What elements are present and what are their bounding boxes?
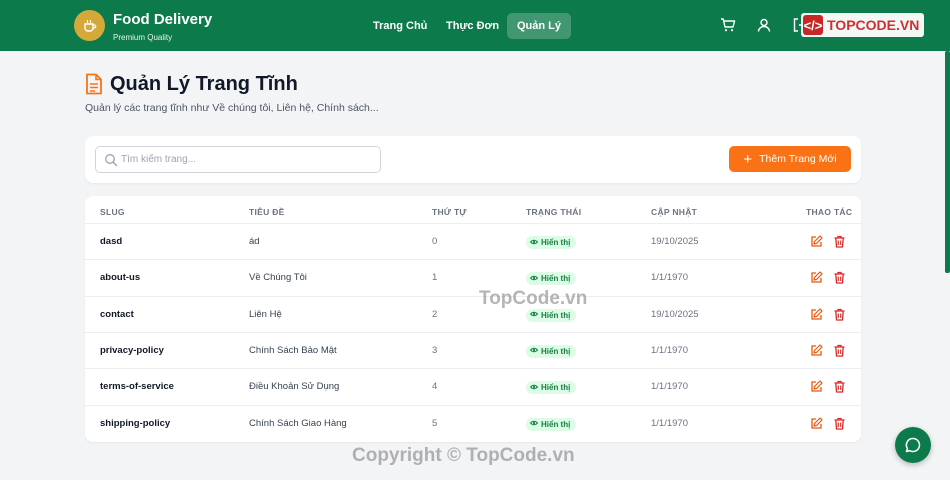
column-header-slug: SLUG [100, 207, 125, 217]
page-scrollbar[interactable] [945, 51, 950, 273]
status-badge: Hiển thị [526, 236, 577, 249]
delete-icon[interactable] [833, 344, 846, 357]
row-order: 0 [432, 236, 438, 247]
row-title: Liên Hệ [249, 308, 282, 320]
row-title: Chính Sách Giao Hàng [249, 417, 347, 429]
delete-icon[interactable] [833, 271, 846, 284]
row-title: Điều Khoản Sử Dụng [249, 381, 340, 393]
code-icon: </> [803, 15, 823, 35]
chat-button[interactable] [895, 427, 931, 463]
edit-icon[interactable] [810, 380, 823, 393]
edit-icon[interactable] [810, 307, 823, 321]
row-title: Chính Sách Bảo Mật [249, 344, 337, 356]
row-updated: 19/10/2025 [651, 308, 699, 320]
eye-icon [529, 346, 539, 356]
nav-management[interactable]: Quản Lý [507, 13, 572, 39]
status-badge: Hiển thị [526, 381, 577, 395]
status-badge: Hiển thị [526, 272, 577, 286]
row-slug: dasd [100, 236, 123, 247]
page-title: Quản Lý Trang Tĩnh [110, 73, 298, 95]
table-row: privacy-policy Chính Sách Bảo Mật 3 Hiển th… [85, 331, 861, 368]
row-order: 5 [432, 417, 438, 429]
brand-title[interactable]: Food Delivery [113, 11, 212, 28]
pages-table: SLUG TIÊU ĐỀ THỨ TỰ TRẠNG THÁI CẬP NHẬT … [85, 196, 861, 442]
coffee-cup-icon [83, 19, 96, 32]
row-slug: about-us [100, 272, 141, 284]
table-row: contact Liên Hệ 2 Hiển thị 19/10/2025 [85, 295, 861, 332]
eye-icon [529, 383, 539, 393]
table-row: about-us Về Chúng Tôi 1 Hiển thị 1/1/1970 [85, 259, 861, 295]
eye-icon [529, 238, 539, 248]
cart-icon[interactable] [720, 17, 736, 33]
row-updated: 19/10/2025 [651, 236, 699, 247]
row-order: 1 [432, 272, 438, 284]
eye-icon [529, 274, 539, 284]
add-page-button[interactable]: + Thêm Trang Mới [729, 146, 851, 172]
column-header-updated: CẬP NHẬT [651, 207, 698, 217]
row-updated: 1/1/1970 [651, 381, 688, 393]
row-order: 4 [432, 381, 438, 393]
brand-subtitle: Premium Quality [113, 33, 173, 42]
row-updated: 1/1/1970 [651, 272, 688, 284]
edit-icon[interactable] [810, 344, 823, 357]
search-box[interactable] [95, 146, 381, 173]
edit-icon[interactable] [810, 416, 823, 430]
column-header-status: TRẠNG THÁI [526, 207, 582, 217]
eye-icon [529, 419, 539, 429]
status-badge-label: Hiển thị [541, 238, 571, 247]
status-badge-label: Hiển thị [541, 310, 571, 320]
status-badge: Hiển thị [526, 308, 577, 322]
status-badge-label: Hiển thị [541, 346, 571, 356]
delete-icon[interactable] [833, 380, 846, 393]
search-icon [105, 154, 118, 167]
row-slug: contact [100, 308, 134, 320]
row-updated: 1/1/1970 [651, 417, 688, 429]
brand-logo[interactable] [74, 10, 105, 41]
page-subtitle: Quản lý các trang tĩnh như Về chúng tôi,… [85, 102, 379, 114]
row-title: ád [249, 236, 260, 247]
chat-icon [905, 437, 921, 453]
edit-icon[interactable] [810, 271, 823, 284]
delete-icon[interactable] [833, 308, 846, 321]
row-updated: 1/1/1970 [651, 344, 688, 356]
plus-icon: + [743, 150, 753, 168]
status-badge-label: Hiển thị [541, 419, 571, 429]
nav-menu[interactable]: Thực Đơn [436, 13, 509, 39]
watermark-text: TopCode.vn [479, 288, 588, 309]
search-input[interactable] [121, 147, 377, 172]
row-slug: privacy-policy [100, 344, 164, 356]
user-icon[interactable] [756, 17, 772, 33]
row-slug: shipping-policy [100, 417, 171, 429]
row-order: 3 [432, 344, 438, 356]
column-header-title: TIÊU ĐỀ [249, 207, 285, 217]
document-icon [86, 73, 102, 95]
column-header-order: THỨ TỰ [432, 207, 467, 217]
table-row: dasd ád 0 Hiển thị 19/10/2025 [85, 223, 861, 259]
column-header-actions: THAO TÁC [806, 207, 853, 217]
status-badge-label: Hiển thị [541, 383, 571, 393]
delete-icon[interactable] [833, 417, 846, 430]
watermark-logo-text: TOPCODE.VN [827, 17, 920, 33]
row-slug: terms-of-service [100, 381, 174, 393]
search-toolbar: + Thêm Trang Mới [85, 136, 861, 183]
table-row: shipping-policy Chính Sách Giao Hàng 5 Hiển… [85, 404, 861, 441]
status-badge: Hiển thị [526, 417, 577, 431]
copyright-watermark: Copyright © TopCode.vn [352, 445, 575, 466]
row-order: 2 [432, 308, 438, 320]
add-page-label: Thêm Trang Mới [759, 153, 837, 165]
status-badge-label: Hiển thị [541, 274, 571, 284]
top-navbar: Food Delivery Premium Quality Trang Chủ … [0, 0, 950, 51]
edit-icon[interactable] [810, 235, 823, 248]
eye-icon [529, 310, 539, 320]
table-row: terms-of-service Điều Khoản Sử Dụng 4 Hiển … [85, 368, 861, 404]
row-title: Về Chúng Tôi [249, 272, 307, 284]
delete-icon[interactable] [833, 235, 846, 248]
status-badge: Hiển thị [526, 344, 577, 358]
nav-home[interactable]: Trang Chủ [363, 13, 437, 39]
watermark-logo: </> TOPCODE.VN [801, 13, 925, 37]
